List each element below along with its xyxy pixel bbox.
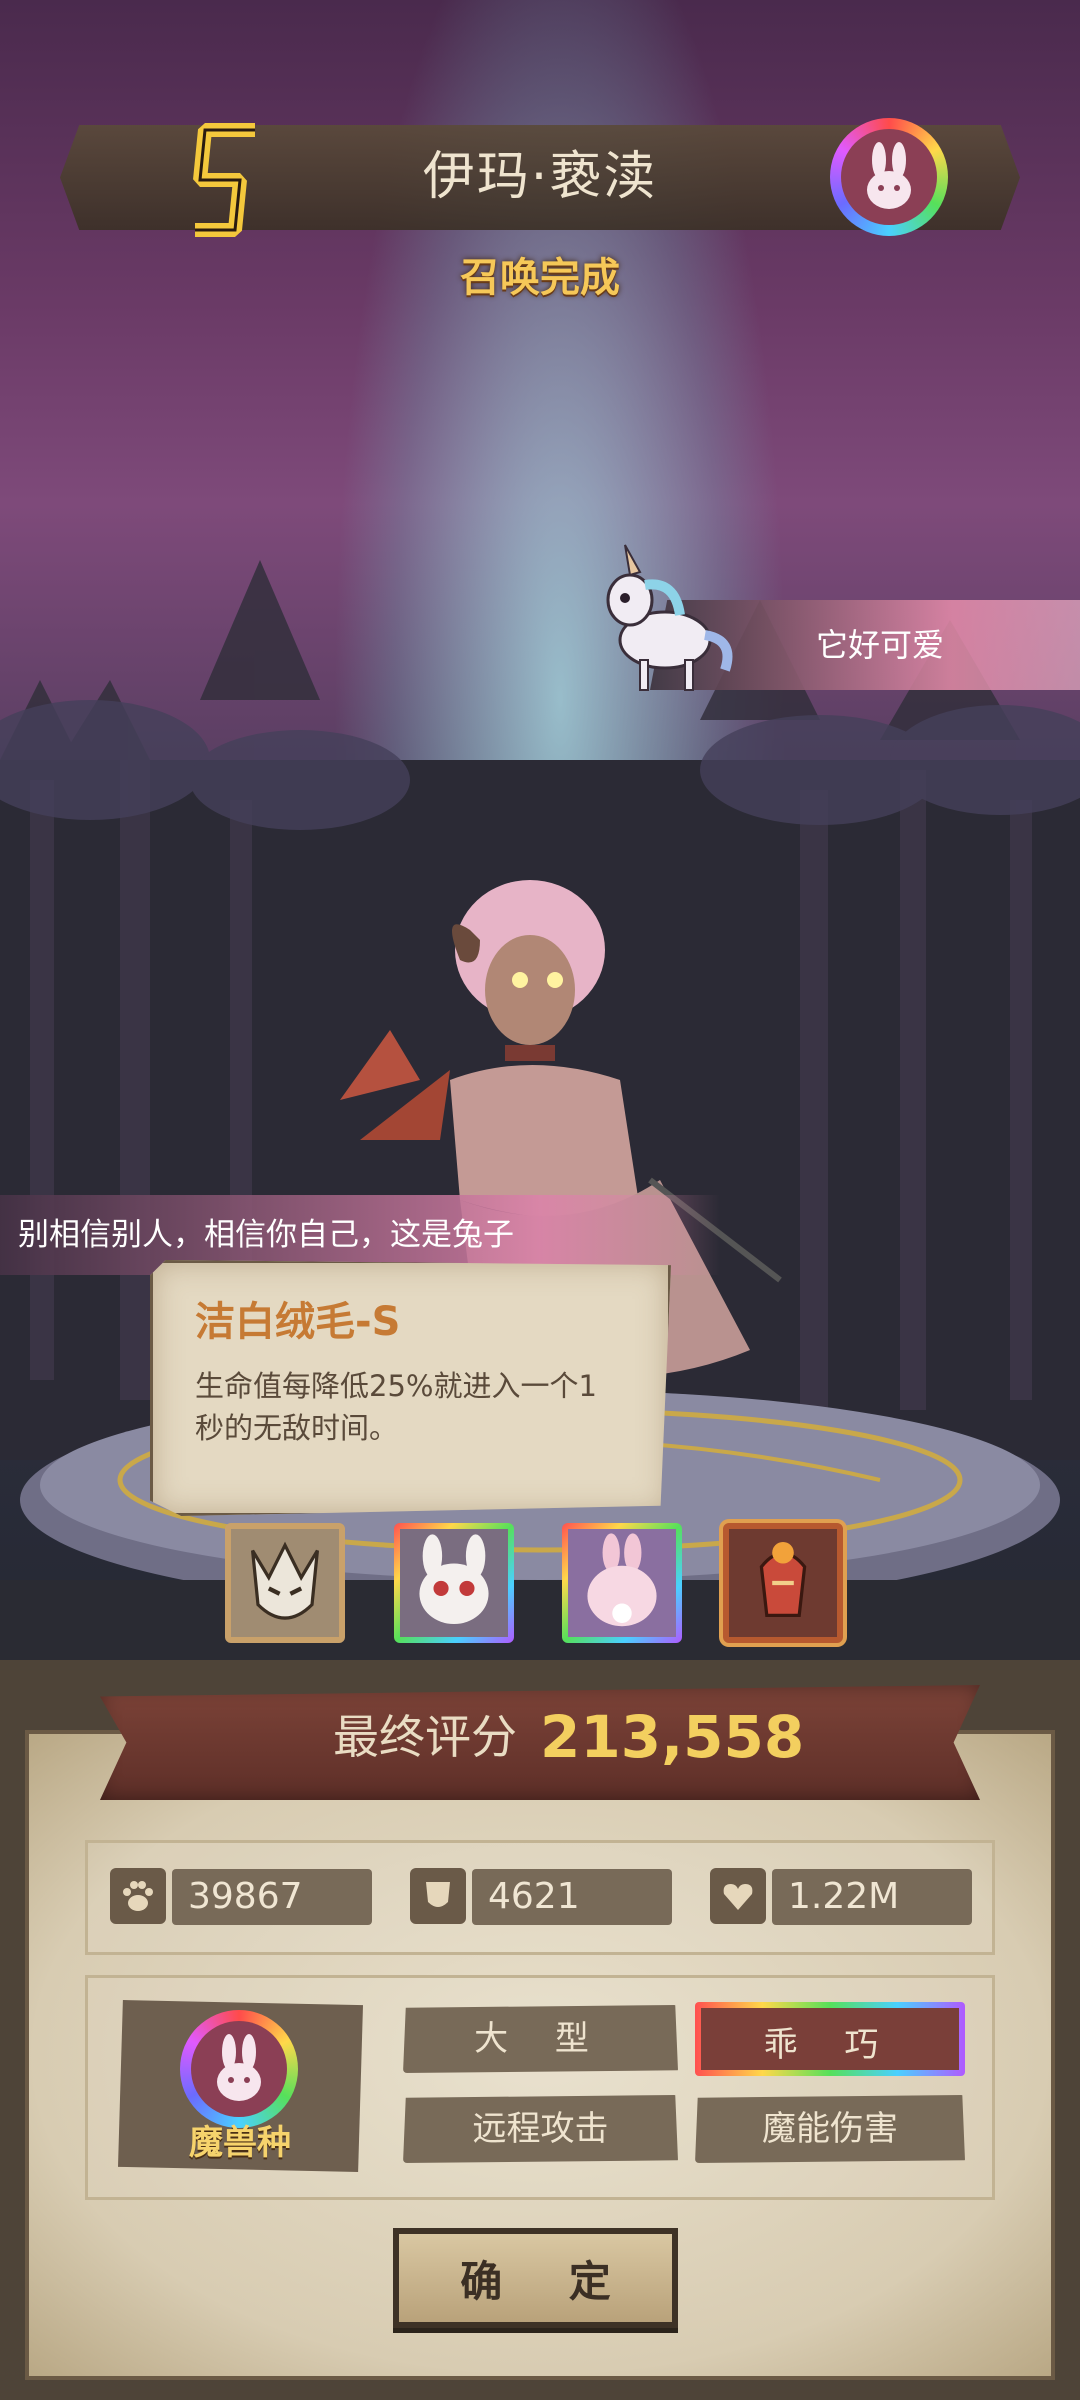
skill-slot-3[interactable] [562,1523,682,1643]
character-name: 伊玛·亵渎 [422,147,658,207]
score-label: 最终评分 [333,1710,517,1764]
skill-slot-1[interactable] [225,1523,345,1643]
character-speech-text: 别相信别人，相信你自己，这是兔子 [18,1217,514,1253]
skill-description: 生命值每降低25%就进入一个1秒的无敌时间。 [195,1369,597,1445]
pet-speech-text: 它好可爱 [815,626,944,664]
health-value: 1.22M [788,1876,900,1917]
defense-stat: 4621 [410,1866,675,1928]
shield-icon [410,1868,466,1924]
trait-tag-large: 大 型 [403,2005,678,2073]
race-badge [830,118,948,236]
heart-icon [710,1868,766,1924]
confirm-button-label: 确 定 [460,2256,637,2306]
confirm-button[interactable]: 确 定 [393,2228,678,2328]
race-icon-badge [180,2010,298,2128]
trait-tag-ranged: 远程攻击 [403,2095,678,2163]
rabbit-icon [217,2034,261,2101]
rank-s-icon [193,123,255,237]
defense-value: 4621 [488,1876,580,1917]
race-label: 魔兽种 [189,2123,291,2163]
paw-icon [110,1868,166,1924]
trait-tag-docile: 乖 巧 [695,2002,965,2076]
score-value: 213,558 [540,1703,805,1771]
attack-stat: 39867 [110,1866,375,1928]
red-demon-icon [759,1541,807,1618]
skill-slot-2[interactable] [394,1523,514,1643]
rabbit-icon [867,142,911,209]
health-stat: 1.22M [710,1866,975,1928]
unicorn-pony-icon [606,544,733,691]
attack-value: 39867 [188,1876,303,1917]
panda-rabbit-icon [419,1534,489,1625]
trait-tag-magic-damage: 魔能伤害 [695,2095,965,2163]
skill-title: 洁白绒毛-S [195,1299,401,1345]
rabbit-tail-icon [587,1533,657,1627]
summon-status: 召唤完成 [460,255,620,301]
fanged-beast-icon [250,1541,320,1620]
skill-slot-4[interactable] [723,1523,843,1643]
